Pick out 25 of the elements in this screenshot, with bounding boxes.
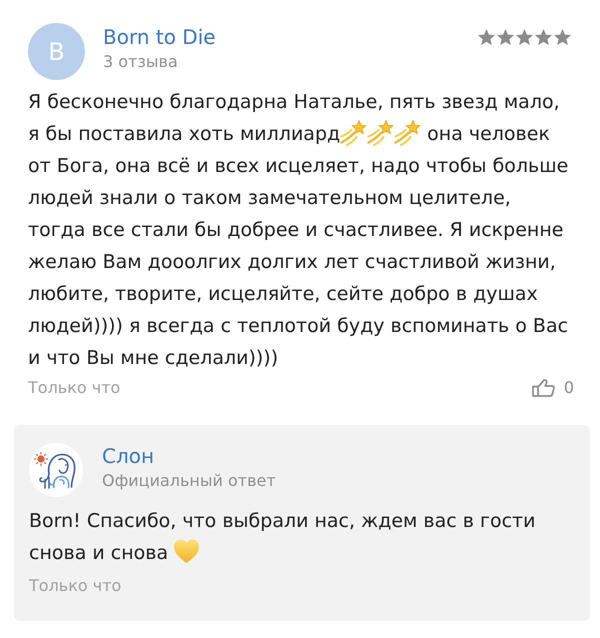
review-text: Я бесконечно благодарна Наталье, пять звезд мало, (28, 91, 560, 113)
timestamp: Только что (29, 575, 122, 597)
star-icon (553, 28, 572, 47)
star-icon (515, 28, 534, 47)
like-button[interactable]: 0 (532, 376, 574, 400)
avatar: B (28, 23, 85, 80)
heart-icon (173, 538, 200, 565)
reply-text: снова и снова (29, 542, 168, 564)
reply-text: Born! Спасибо, что выбрали нас, ждем вас в гости (29, 510, 536, 532)
review-text: она человек (427, 123, 550, 145)
official-reply-label: Официальный ответ (102, 470, 276, 492)
thumbs-up-icon (532, 379, 555, 397)
star-icon (496, 28, 515, 47)
review-text: от Бога, она всё и всех исцеляет, надо чтобы больше людей знали о таком замечательном целителе, тогда все стали бы добрее и счастливее. Я искренне желаю Вам дооолгих долгих лет счастливой жизни, любите, творите, исцеляйте, сейте добро в душах людей)))) я всегда с теплотой буду вспоминать о Вас и что Вы мне сделали)))) (28, 155, 568, 369)
elephant-icon (29, 443, 83, 497)
timestamp: Только что (28, 377, 120, 399)
star-icon (534, 28, 553, 47)
review-text: я бы поставила хоть миллиард (28, 123, 340, 145)
dizzy-star-icon (340, 119, 368, 146)
author-name-link[interactable]: Слон (102, 443, 154, 469)
dizzy-star-icon (367, 119, 394, 146)
author-name-link[interactable]: Born to Die (103, 24, 216, 50)
star-icon (477, 28, 496, 47)
dizzy-star-icon (394, 119, 422, 146)
reviews-count: 3 отзыва (103, 51, 178, 73)
